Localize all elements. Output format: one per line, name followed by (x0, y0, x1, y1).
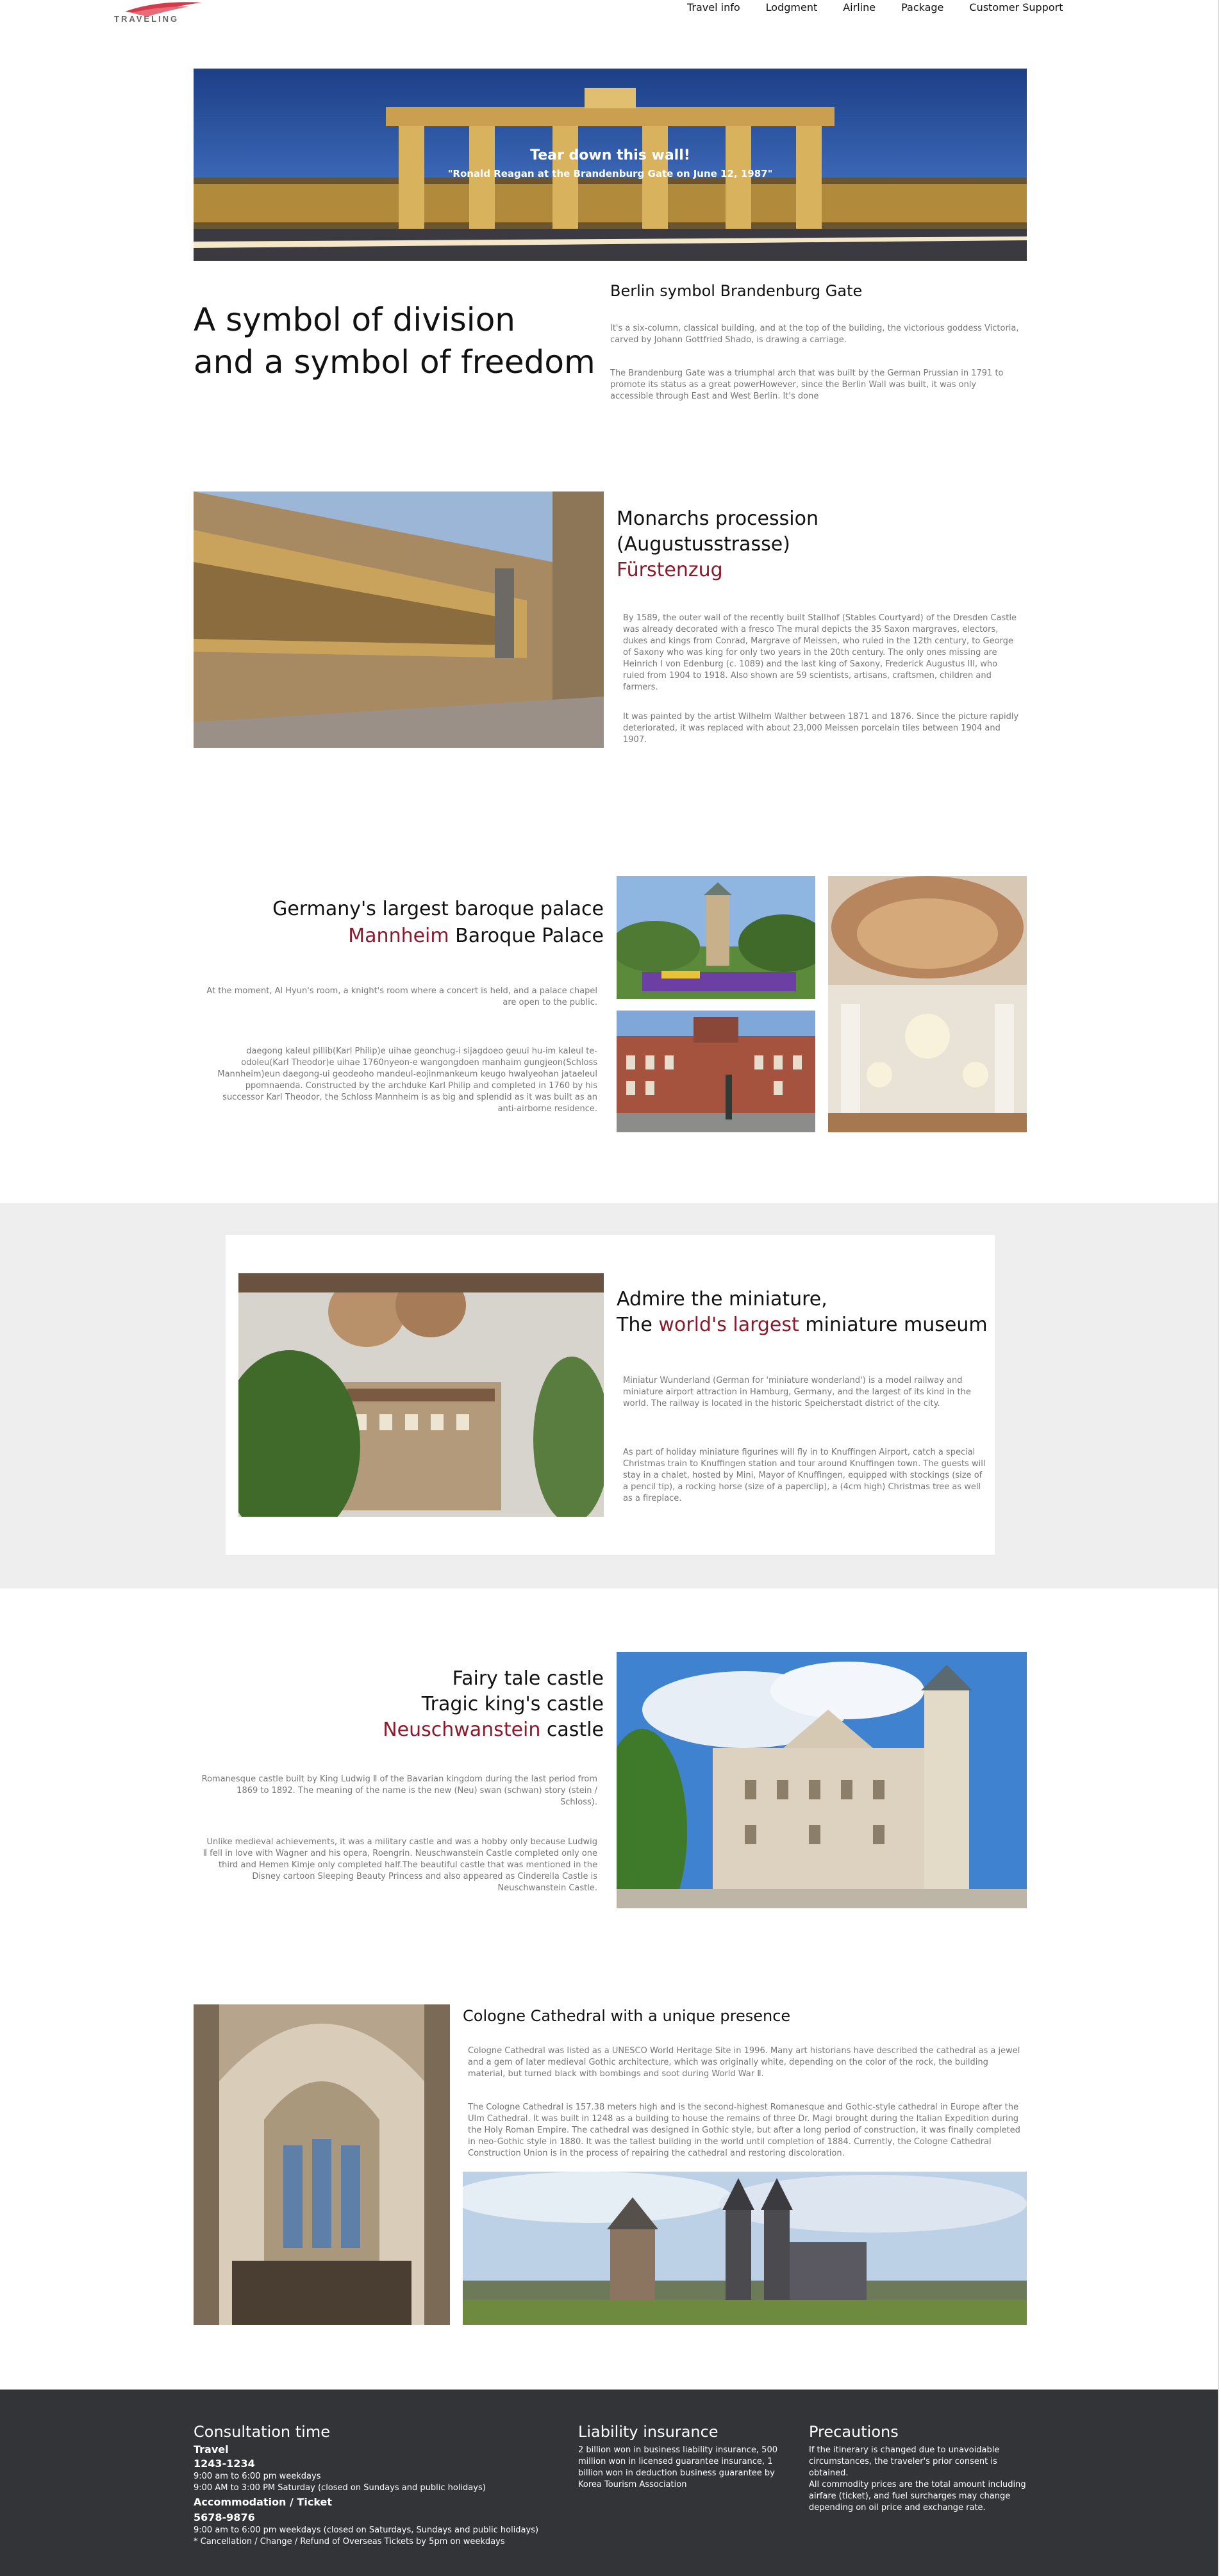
monarchs-paragraph-1: By 1589, the outer wall of the recently … (623, 613, 1017, 692)
cologne-title: Cologne Cathedral with a unique presence (463, 2007, 791, 2025)
footer-accom-label: Accommodation / Ticket (194, 2496, 333, 2508)
cologne-skyline-image (463, 2172, 1027, 2325)
brandenburg-paragraph-2: The Brandenburg Gate was a triumphal arc… (610, 368, 1004, 401)
nav-package[interactable]: Package (901, 1, 943, 13)
palace-interior-image (828, 876, 1027, 1132)
brandenburg-big-title: A symbol of division and a symbol of fre… (194, 301, 595, 381)
monarchs-title: Monarchs procession (Augustusstrasse) Fü… (617, 508, 818, 581)
brandenburg-title: Berlin symbol Brandenburg Gate (610, 282, 863, 300)
mannheim-palace-image (617, 1011, 815, 1132)
miniature-paragraph-2: As part of holiday miniature figurines w… (623, 1448, 986, 1503)
castle-paragraph-2: Unlike medieval achievements, it was a m… (203, 1837, 597, 1893)
hero-brandenburg-image (194, 69, 1027, 261)
footer-accom-phone[interactable]: 5678-9876 (194, 2511, 255, 2523)
footer-precautions-text-1: If the itinerary is changed due to unavo… (809, 2445, 1000, 2478)
cologne-paragraph-2: The Cologne Cathedral is 157.38 meters h… (468, 2102, 1020, 2158)
neuschwanstein-image (617, 1652, 1027, 1908)
nav-travel-info[interactable]: Travel info (687, 1, 740, 13)
baroque-paragraph-1: At the moment, Al Hyun's room, a knight'… (206, 986, 597, 1007)
miniature-wonderland-image (238, 1273, 604, 1517)
footer-consult-title: Consultation time (194, 2423, 330, 2441)
main-nav: Travel info Lodgment Airline Package Cus… (687, 1, 1063, 13)
footer-liability-text: 2 billion won in business liability insu… (578, 2445, 777, 2489)
water-tower-image (617, 876, 815, 999)
castle-paragraph-1: Romanesque castle built by King Ludwig Ⅱ… (201, 1774, 597, 1807)
logo-text: TRAVELING (114, 14, 179, 24)
miniature-paragraph-1: Miniatur Wunderland (German for 'miniatu… (623, 1376, 971, 1408)
nav-customer-support[interactable]: Customer Support (969, 1, 1063, 13)
hero-quote: Tear down this wall! (530, 147, 690, 163)
cologne-paragraph-1: Cologne Cathedral was listed as a UNESCO… (468, 2046, 1020, 2079)
cologne-interior-image (194, 2004, 450, 2325)
footer-accom-hours: 9:00 am to 6:00 pm weekdays (closed on S… (194, 2525, 539, 2535)
footer-precautions-text-2: All commodity prices are the total amoun… (809, 2480, 1026, 2513)
monarchs-paragraph-2: It was painted by the artist Wilhelm Wal… (623, 712, 1019, 745)
brandenburg-paragraph-1: It's a six-column, classical building, a… (610, 324, 1019, 345)
footer-travel-hours-weekday: 9:00 am to 6:00 pm weekdays (194, 2472, 321, 2481)
hero-caption: "Ronald Reagan at the Brandenburg Gate o… (447, 168, 773, 179)
site-footer: Consultation time Travel 1243-1234 9:00 … (0, 2390, 1218, 2576)
footer-accom-note: * Cancellation / Change / Refund of Over… (194, 2537, 505, 2547)
miniature-title: Admire the miniature, The world's larges… (617, 1288, 988, 1336)
monarchs-procession-image (194, 491, 604, 748)
footer-precautions-title: Precautions (809, 2423, 899, 2441)
baroque-paragraph-2: daegong kaleul pillib(Karl Philip)e uiha… (217, 1046, 597, 1114)
footer-travel-label: Travel (194, 2443, 229, 2456)
castle-title: Fairy tale castle Tragic king's castle N… (383, 1667, 604, 1741)
nav-airline[interactable]: Airline (843, 1, 876, 13)
nav-lodgment[interactable]: Lodgment (766, 1, 818, 13)
baroque-title: Germany's largest baroque palace Mannhei… (272, 898, 604, 947)
footer-liability-title: Liability insurance (578, 2423, 718, 2441)
footer-travel-hours-saturday: 9:00 AM to 3:00 PM Saturday (closed on S… (194, 2483, 486, 2493)
page-scrollbar[interactable] (1218, 0, 1219, 2576)
footer-travel-phone[interactable]: 1243-1234 (194, 2457, 255, 2470)
